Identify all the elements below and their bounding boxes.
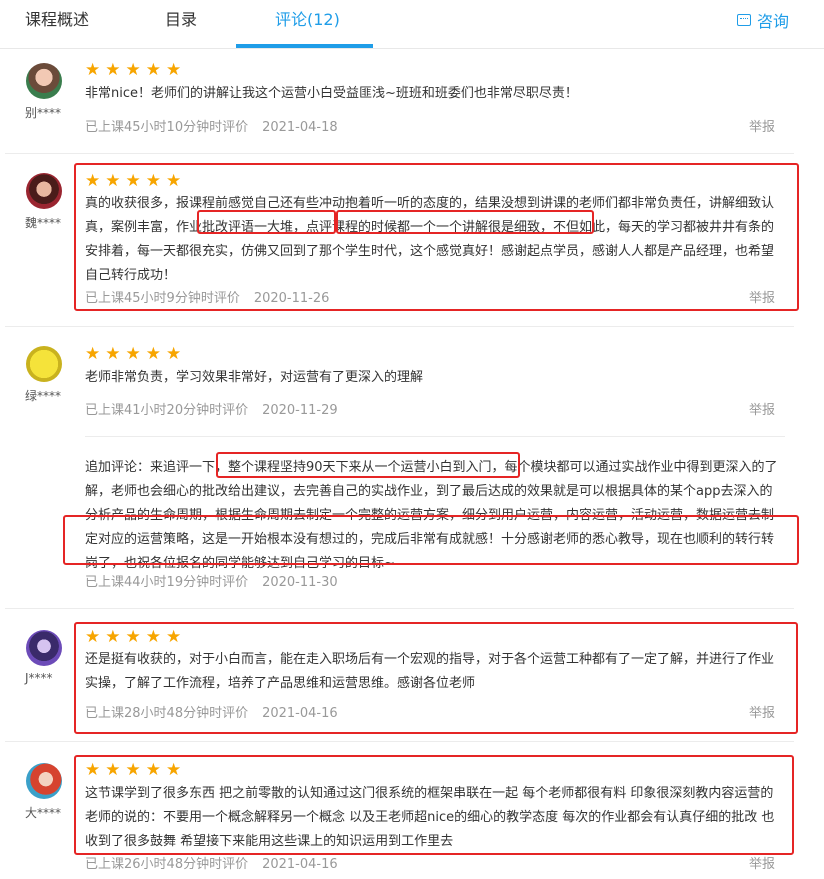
report-link[interactable]: 举报	[749, 287, 775, 306]
user-name: 绿****	[25, 389, 62, 403]
review-text: 真的收获很多，报课程前感觉自己还有些冲动抱着听一听的态度的，结果没想到讲课的老师…	[85, 196, 775, 283]
report-link[interactable]: 举报	[749, 116, 775, 135]
review-meta: 已上课26小时48分钟时评价 2021-04-16	[85, 853, 338, 872]
star-rating: ★★★★★	[85, 60, 187, 80]
avatar	[26, 630, 62, 666]
user-name: J****	[25, 671, 53, 685]
review-date: 2021-04-16	[262, 706, 338, 721]
attended-time: 已上课28小时48分钟时评价	[85, 706, 249, 721]
tab-catalog[interactable]: 目录	[165, 6, 197, 30]
report-link[interactable]: 举报	[749, 702, 775, 721]
review-text: 非常nice！老师们的讲解让我这个运营小白受益匪浅~班班和班委们也非常尽职尽责！	[85, 86, 578, 101]
review-meta: 已上课28小时48分钟时评价 2021-04-16	[85, 702, 338, 721]
review-date: 2020-11-30	[262, 575, 338, 590]
active-tab-indicator	[236, 44, 373, 48]
tab-course-overview[interactable]: 课程概述	[25, 6, 89, 30]
followup-meta: 已上课44小时19分钟时评价 2020-11-30	[85, 571, 338, 590]
star-rating: ★★★★★	[85, 760, 187, 780]
tab-reviews[interactable]: 评论(12)	[275, 6, 340, 30]
star-rating: ★★★★★	[85, 344, 187, 364]
review-date: 2020-11-29	[262, 403, 338, 418]
divider	[5, 153, 794, 154]
attended-time: 已上课44小时19分钟时评价	[85, 575, 249, 590]
divider	[5, 326, 794, 327]
review-text: 这节课学到了很多东西 把之前零散的认知通过这门很系统的框架串联在一起 每个老师都…	[85, 786, 775, 849]
attended-time: 已上课45小时10分钟时评价	[85, 120, 249, 135]
review-meta: 已上课45小时9分钟时评价 2020-11-26	[85, 287, 329, 306]
followup-text: 追加评论：来追评一下，整个课程坚持90天下来从一个运营小白到入门，每个模块都可以…	[85, 460, 778, 571]
user-name: 别****	[25, 106, 62, 120]
avatar	[26, 63, 62, 99]
consult-button[interactable]: 咨询	[736, 8, 789, 32]
review-text: 还是挺有收获的，对于小白而言，能在走入职场后有一个宏观的指导，对于各个运营工种都…	[85, 652, 775, 691]
chat-icon	[736, 14, 751, 26]
report-link[interactable]: 举报	[749, 853, 775, 872]
divider	[5, 741, 794, 742]
review-date: 2021-04-18	[262, 120, 338, 135]
followup-separator	[85, 436, 785, 437]
avatar	[26, 173, 62, 209]
review-text: 老师非常负责，学习效果非常好，对运营有了更深入的理解	[85, 370, 424, 385]
review-meta: 已上课45小时10分钟时评价 2021-04-18	[85, 116, 338, 135]
attended-time: 已上课26小时48分钟时评价	[85, 857, 249, 872]
user-name: 魏****	[25, 216, 62, 230]
report-link[interactable]: 举报	[749, 399, 775, 418]
star-rating: ★★★★★	[85, 627, 187, 647]
avatar	[26, 346, 62, 382]
review-date: 2020-11-26	[253, 291, 330, 306]
review-date: 2021-04-16	[262, 857, 338, 872]
user-name: 大****	[25, 806, 62, 820]
consult-label: 咨询	[756, 12, 789, 31]
attended-time: 已上课41小时20分钟时评价	[85, 403, 249, 418]
divider	[5, 608, 794, 609]
star-rating: ★★★★★	[85, 171, 187, 191]
attended-time: 已上课45小时9分钟时评价	[85, 291, 240, 306]
avatar	[26, 763, 62, 799]
tab-bar: 课程概述 目录 评论(12) 咨询	[0, 0, 824, 49]
review-meta: 已上课41小时20分钟时评价 2020-11-29	[85, 399, 338, 418]
